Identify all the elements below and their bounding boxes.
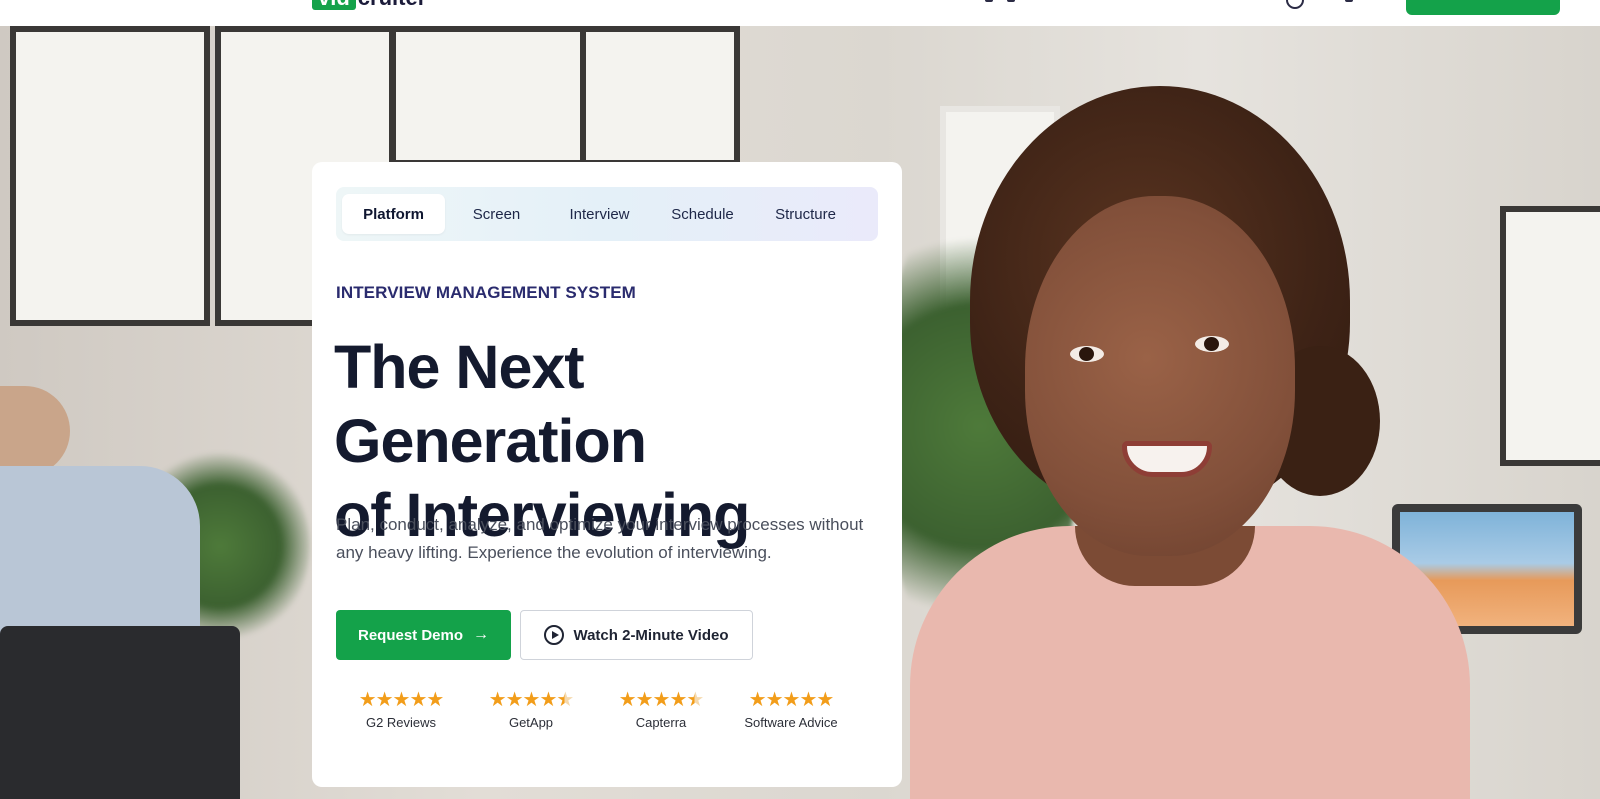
headline-line-1: The Next Generation xyxy=(334,333,647,475)
office-window xyxy=(390,26,590,166)
watch-video-label: Watch 2-Minute Video xyxy=(573,626,729,644)
play-circle-icon xyxy=(544,625,565,645)
rating-source: GetApp xyxy=(508,715,554,730)
rating-g2[interactable]: ★★★★★ G2 Reviews xyxy=(336,689,466,730)
star-rating-icons: ★★★★★ xyxy=(618,687,705,711)
hero-card: Platform Screen Interview Schedule Struc… xyxy=(312,162,902,787)
product-tabs: Platform Screen Interview Schedule Struc… xyxy=(336,187,878,241)
star-rating-icons: ★★★★★ xyxy=(358,687,445,711)
office-window xyxy=(1500,206,1600,466)
rating-getapp[interactable]: ★★★★★ GetApp xyxy=(466,689,596,730)
rating-software-advice[interactable]: ★★★★★ Software Advice xyxy=(726,689,856,730)
nav-item-fragment[interactable] xyxy=(1007,0,1015,2)
arrow-right-icon: → xyxy=(473,626,490,643)
nav-item-fragment[interactable] xyxy=(1345,0,1353,2)
top-cta-button[interactable] xyxy=(1406,0,1560,15)
star-rating-icons: ★★★★★ xyxy=(748,687,835,711)
top-navbar: vid cruiter xyxy=(0,0,1600,26)
tab-screen[interactable]: Screen xyxy=(445,194,548,234)
tab-schedule[interactable]: Schedule xyxy=(651,194,754,234)
brand-logo[interactable]: vid cruiter xyxy=(312,0,426,10)
logo-wordmark: cruiter xyxy=(358,0,426,10)
tab-interview[interactable]: Interview xyxy=(548,194,651,234)
nav-item-fragment[interactable] xyxy=(985,0,993,2)
tab-structure[interactable]: Structure xyxy=(754,194,857,234)
request-demo-button[interactable]: Request Demo → xyxy=(336,610,511,660)
star-rating-icons: ★★★★★ xyxy=(488,687,575,711)
hero-description: Plan, conduct, analyze, and optimize you… xyxy=(336,515,864,562)
office-chair-image xyxy=(0,626,240,799)
office-window xyxy=(580,26,740,166)
globe-icon[interactable] xyxy=(1286,0,1304,9)
request-demo-label: Request Demo xyxy=(357,626,464,644)
tab-platform[interactable]: Platform xyxy=(342,194,445,234)
eyebrow-label: INTERVIEW MANAGEMENT SYSTEM xyxy=(336,283,636,302)
rating-source: Capterra xyxy=(635,715,687,730)
logo-mark: vid xyxy=(312,0,356,10)
rating-capterra[interactable]: ★★★★★ Capterra xyxy=(596,689,726,730)
smiling-woman-image xyxy=(900,86,1500,799)
rating-source: G2 Reviews xyxy=(365,715,437,730)
office-window xyxy=(10,26,210,326)
review-ratings: ★★★★★ G2 Reviews ★★★★★ GetApp ★★★★★ Capt… xyxy=(336,689,896,730)
rating-source: Software Advice xyxy=(744,715,838,730)
watch-video-button[interactable]: Watch 2-Minute Video xyxy=(520,610,753,660)
